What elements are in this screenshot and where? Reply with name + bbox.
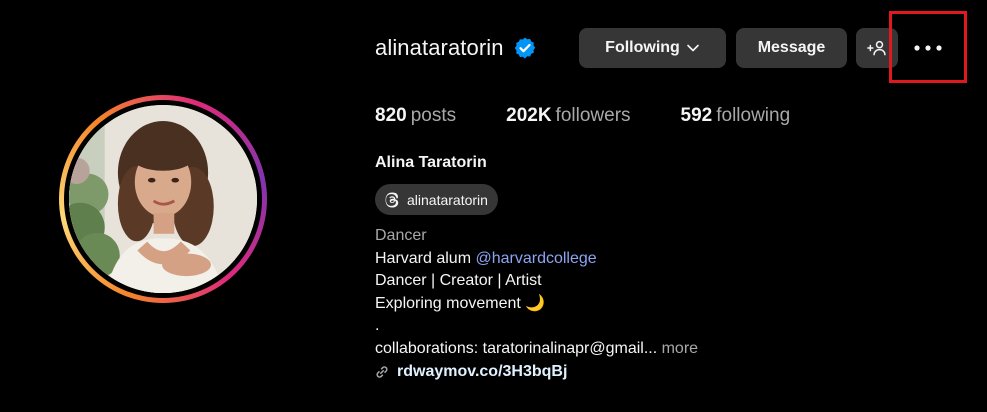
posts-label: posts <box>410 105 457 126</box>
profile-header: alinataratorin <box>375 28 537 68</box>
username: alinataratorin <box>375 35 504 60</box>
message-button[interactable]: Message <box>736 28 847 68</box>
following-button[interactable]: Following <box>579 28 726 68</box>
bio-line-4: . <box>375 317 380 334</box>
bio-line-2: Dancer | Creator | Artist <box>375 272 542 289</box>
threads-icon <box>383 191 401 209</box>
bio-line-1-text: Harvard alum <box>375 249 476 267</box>
chevron-down-icon <box>686 41 700 55</box>
bio: Dancer Harvard alum @harvardcollege Danc… <box>375 225 698 384</box>
link-icon <box>375 365 389 379</box>
avatar-story-ring[interactable] <box>59 95 267 303</box>
full-name: Alina Taratorin <box>375 154 487 171</box>
message-label: Message <box>757 39 826 56</box>
profile-stats: 820 posts 202K followers 592 following <box>375 105 840 127</box>
followers-stat[interactable]: 202K followers <box>506 105 630 127</box>
mention-link[interactable]: @harvardcollege <box>475 250 596 267</box>
threads-badge[interactable]: alinataratorin <box>375 184 498 215</box>
followers-count: 202K <box>506 105 552 126</box>
threads-handle: alinataratorin <box>407 191 488 208</box>
following-stat[interactable]: 592 following <box>681 105 791 127</box>
following-label: Following <box>605 39 680 56</box>
bio-line-5: collaborations: taratorinalinapr@gmail..… <box>375 338 698 361</box>
external-link-text: rdwaymov.co/3H3bqBj <box>397 363 568 380</box>
following-count: 592 <box>680 105 713 126</box>
posts-count: 820 <box>375 105 407 126</box>
more-options-icon <box>913 44 943 52</box>
person-plus-icon <box>867 38 887 58</box>
more-link[interactable]: more <box>657 340 698 357</box>
category-label: Dancer <box>375 227 427 244</box>
bio-line-5-text: collaborations: taratorinalinapr@gmail..… <box>375 339 658 357</box>
verified-badge-icon <box>513 36 537 60</box>
bio-line-1: Harvard alum @harvardcollege <box>375 248 698 271</box>
avatar[interactable] <box>69 105 257 293</box>
avatar-photo <box>69 105 257 293</box>
posts-stat: 820 posts <box>375 105 456 127</box>
followers-label: followers <box>555 105 631 126</box>
external-link[interactable]: rdwaymov.co/3H3bqBj <box>375 361 698 384</box>
following-stat-label: following <box>716 105 791 126</box>
avatar-gap <box>64 100 262 298</box>
more-options-button[interactable] <box>903 30 953 66</box>
bio-line-3: Exploring movement 🌙 <box>375 294 546 312</box>
